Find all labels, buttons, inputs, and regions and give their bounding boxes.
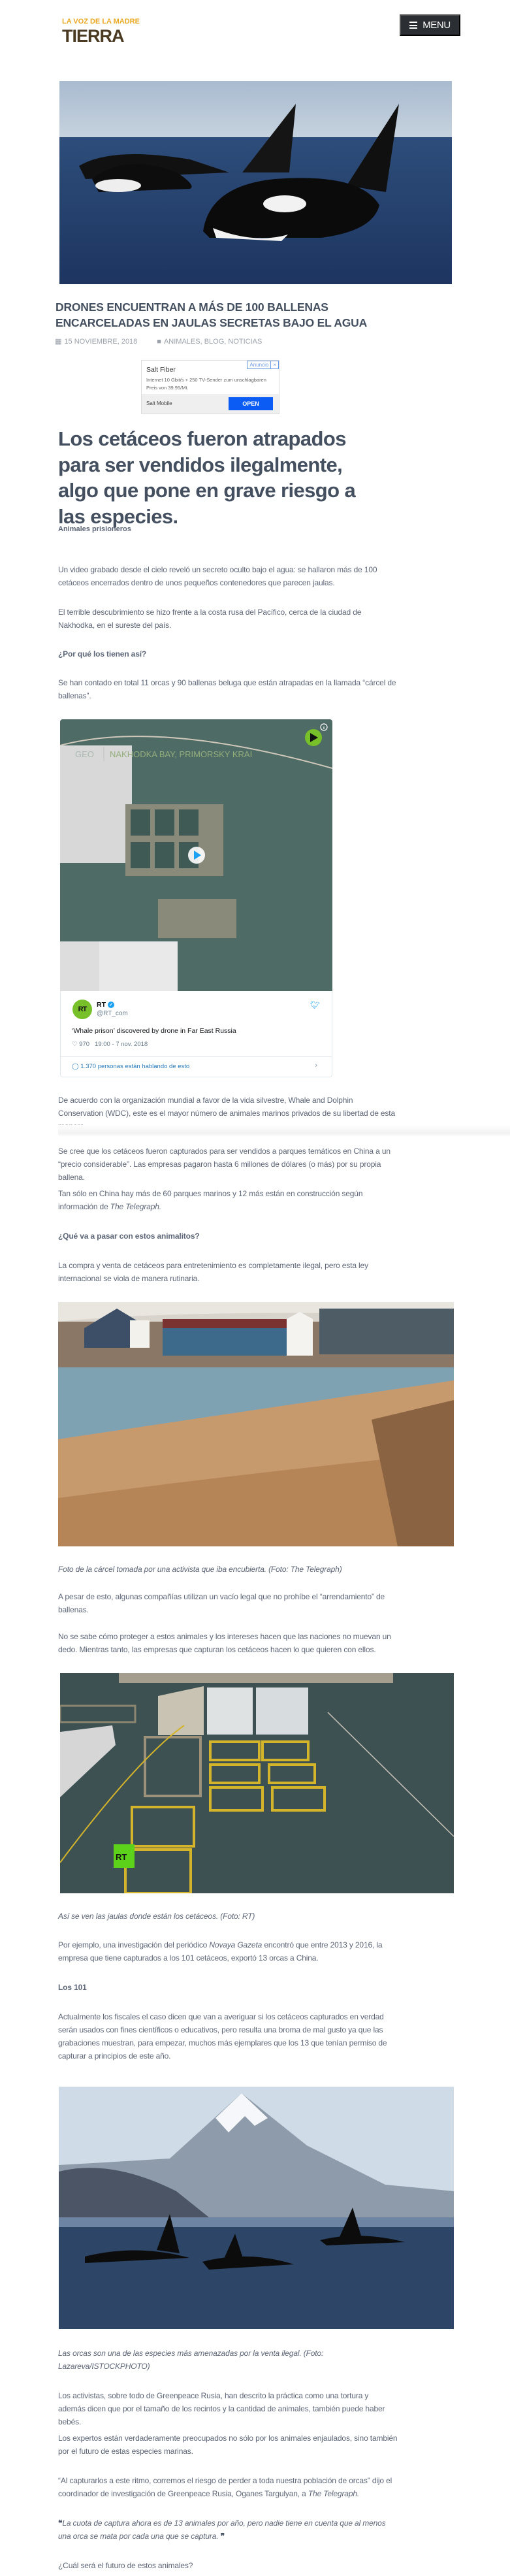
calendar-icon: ▦ — [55, 338, 62, 346]
paragraph: Actualmente los fiscales el caso dicen q… — [58, 2012, 387, 2061]
like-count: 970 — [79, 1041, 90, 1048]
article-meta: ▦ 15 NOVIEMBRE, 2018 ■ ANIMALES, BLOG, N… — [55, 337, 262, 346]
quote-close-icon: ❞ — [220, 2532, 225, 2541]
prison-shore-photo — [58, 1302, 454, 1546]
paragraph: El terrible descubrimiento se hizo frent… — [58, 608, 362, 630]
ad-close-icon[interactable]: × — [270, 361, 278, 368]
heart-icon: ♡ — [72, 1041, 78, 1048]
article-date: 15 NOVIEMBRE, 2018 — [64, 337, 138, 346]
paragraph: A pesar de esto, algunas compañías utili… — [58, 1592, 385, 1614]
logo-wordmark: TIERRA — [62, 26, 124, 46]
paragraph: Por ejemplo, una investigación del perió… — [58, 1938, 398, 1965]
ad-choices[interactable]: Anuncio × — [247, 361, 279, 369]
article-kicker: Animales prisioneros — [58, 525, 131, 533]
source-name: Novaya Gazeta — [209, 1940, 263, 1949]
embedded-tweet[interactable]: RT RT ✓ @RT_com 🐦︎ ‘Whale prison’ discove… — [60, 991, 332, 1077]
tweet-handle[interactable]: @RT_com — [97, 1010, 128, 1017]
paragraph: “Al capturarlos a este ritmo, corremos e… — [58, 2474, 398, 2500]
tweet-timestamp[interactable]: 19:00 - 7 nov. 2018 — [95, 1041, 148, 1048]
paragraph: Se han contado en total 11 orcas y 90 ba… — [58, 678, 396, 700]
advertisement[interactable]: Anuncio × Salt Fiber Internet 10 Gbit/s … — [141, 360, 279, 414]
ad-open-button[interactable]: OPEN — [229, 397, 273, 410]
hero-orcas-image — [59, 81, 452, 284]
source-name: The Telegraph. — [110, 1202, 161, 1211]
menu-label: MENU — [422, 20, 451, 31]
site-logo[interactable]: LA VOZ DE LA MADRE TIERRA — [62, 14, 142, 46]
article-categories[interactable]: ANIMALES, BLOG, NOTICIAS — [164, 338, 262, 346]
rt-watermark: RT — [116, 1852, 127, 1862]
section-heading: ¿Qué va a pasar con estos animalitos? — [58, 1231, 200, 1241]
ad-label: Anuncio — [249, 362, 269, 368]
tweet-video[interactable]: GEO NAKHODKA BAY, PRIMORSKY KRAI — [60, 719, 332, 991]
paragraph: Un video grabado desde el cielo reveló u… — [58, 565, 377, 587]
whale-cages-aerial-photo: RT — [60, 1673, 454, 1893]
image-caption: Las orcas son una de las especies más am… — [58, 2349, 324, 2371]
paragraph: No se sabe cómo proteger a estos animale… — [58, 1632, 391, 1654]
tweet-author[interactable]: RT ✓ — [97, 1001, 114, 1009]
ad-headline[interactable]: Salt Fiber — [146, 366, 176, 374]
ad-advertiser: Salt Mobile — [146, 400, 172, 406]
paragraph-text: Por ejemplo, una investigación del perió… — [58, 1940, 210, 1949]
image-caption: Foto de la cárcel tomada por una activis… — [58, 1565, 342, 1574]
paragraph: La compra y venta de cetáceos para entre… — [58, 1261, 368, 1283]
section-divider — [58, 1125, 510, 1137]
tweet-author-name[interactable]: RT — [97, 1001, 106, 1009]
menu-button[interactable]: MENU — [400, 14, 460, 36]
article-title: DRONES ENCUENTRAN A MÁS DE 100 BALLENAS … — [56, 301, 368, 329]
paragraph: Los expertos están verdaderamente preocu… — [58, 2434, 398, 2456]
play-icon[interactable] — [305, 729, 322, 746]
chevron-right-icon[interactable]: › — [315, 1062, 317, 1069]
source-name: The Telegraph. — [308, 2489, 360, 2498]
folder-icon: ■ — [157, 337, 161, 346]
section-heading: ¿Por qué los tienen así? — [58, 649, 147, 659]
article-lead: Los cetáceos fueron atrapados para ser v… — [58, 427, 356, 528]
paragraph: Se cree que los cetáceos fueron capturad… — [58, 1147, 390, 1182]
orcas-mountain-photo — [59, 2087, 454, 2329]
ad-description: Internet 10 Gbit/s + 250 TV-Sender zum u… — [146, 377, 266, 391]
pull-quote: ❝La cuota de captura ahora es de 13 anim… — [58, 2517, 398, 2543]
twitter-bird-icon[interactable]: 🐦︎ — [310, 1000, 320, 1009]
video-overlay-geo: GEO — [75, 749, 94, 759]
hamburger-icon — [409, 22, 418, 29]
logo-tagline: LA VOZ DE LA MADRE — [62, 18, 140, 25]
verified-icon: ✓ — [108, 1002, 114, 1008]
paragraph: ¿Cuál será el futuro de estos animales? — [58, 2561, 193, 2570]
image-caption: Así se ven las jaulas donde están los ce… — [58, 1912, 255, 1921]
tweet-text: ‘Whale prison’ discovered by drone in Fa… — [72, 1027, 236, 1035]
paragraph: Tan sólo en China hay más de 60 parques … — [58, 1187, 398, 1213]
avatar[interactable]: RT — [72, 1000, 92, 1019]
speech-bubble-icon: ◯ — [72, 1063, 79, 1070]
video-overlay-place: NAKHODKA BAY, PRIMORSKY KRAI — [110, 749, 252, 759]
conversation-count: 1.370 personas están hablando de esto — [80, 1063, 190, 1070]
like-button[interactable]: ♡ 970 — [72, 1041, 89, 1048]
section-heading: Los 101 — [58, 1983, 87, 1992]
tweet-conversation-link[interactable]: ◯ 1.370 personas están hablando de esto — [72, 1063, 189, 1070]
paragraph: Los activistas, sobre todo de Greenpeace… — [58, 2391, 385, 2426]
paragraph-text: Tan sólo en China hay más de 60 parques … — [58, 1189, 363, 1211]
